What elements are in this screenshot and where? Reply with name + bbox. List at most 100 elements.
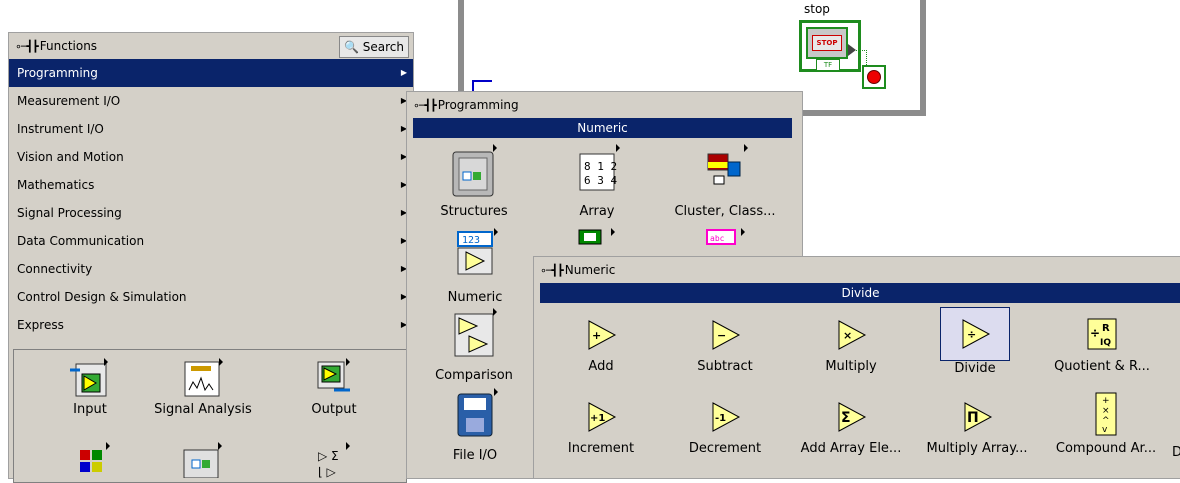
quotient-remainder-icon: ÷ R IQ — [1087, 318, 1117, 350]
file-io-label: File I/O — [452, 448, 498, 463]
palette-item-signal-analysis[interactable]: Signal Analysis — [148, 358, 258, 417]
file-io-icon — [457, 388, 498, 437]
palette-item-comparison[interactable]: Comparison — [429, 308, 519, 383]
category-item[interactable]: Measurement I/O ▶ — [9, 87, 413, 115]
palette-item-output[interactable]: Output — [294, 358, 374, 417]
palette-item-file-io[interactable]: File I/O — [435, 388, 515, 463]
palette-item-quotient-remainder[interactable]: ÷ R IQ Quotient & R... — [1042, 315, 1162, 374]
category-item[interactable]: Signal Processing ▶ — [9, 199, 413, 227]
category-item[interactable]: Control Design & Simulation ▶ — [9, 283, 413, 311]
decrement-icon: -1 — [712, 402, 741, 432]
palette-item-add[interactable]: + Add — [556, 315, 646, 374]
category-item[interactable]: Vision and Motion ▶ — [9, 143, 413, 171]
output-icon — [317, 358, 350, 392]
subtract-label: Subtract — [697, 359, 753, 374]
structures-icon — [183, 442, 222, 479]
category-label: Instrument I/O — [17, 122, 104, 136]
svg-text:÷: ÷ — [1090, 326, 1100, 340]
comparison-label: Comparison — [435, 368, 513, 383]
palette-title: Numeric — [564, 263, 616, 277]
palette-item-subtract[interactable]: − Subtract — [680, 315, 770, 374]
multiply-array-elements-label: Multiply Array... — [926, 441, 1028, 456]
divide-selection-box: ÷ — [940, 307, 1010, 361]
palette-item-express-4[interactable] — [74, 442, 114, 482]
svg-text:v: v — [1102, 425, 1108, 435]
category-label: Data Communication — [17, 234, 145, 248]
signal-analysis-icon — [184, 358, 223, 397]
category-label: Mathematics — [17, 178, 95, 192]
cluster-class-icon — [707, 144, 748, 185]
submenu-arrow-icon: ▶ — [400, 68, 407, 77]
palette-item-express-6[interactable]: ▷ Σ ⌊ ▷ — [310, 442, 354, 482]
svg-text:abc: abc — [710, 234, 725, 243]
palette-item-add-array-elements[interactable]: Σ Add Array Ele... — [790, 397, 912, 456]
divide-icon: ÷ — [962, 319, 991, 349]
palette-item-divide[interactable]: ÷ Divide — [930, 307, 1020, 376]
multiply-label: Multiply — [825, 359, 877, 374]
output-label: Output — [311, 402, 357, 417]
multiply-array-elements-icon: Π — [964, 402, 993, 432]
svg-text:▷ Σ: ▷ Σ — [318, 449, 339, 463]
decrement-label: Decrement — [688, 441, 762, 456]
palette-item-multiply[interactable]: × Multiply — [806, 315, 896, 374]
palette-item-array[interactable]: 8 1 2 6 3 4 Array — [557, 144, 637, 219]
palette-item-input[interactable]: Input — [50, 358, 130, 417]
category-item[interactable]: Data Communication ▶ — [9, 227, 413, 255]
express-subpalette: Input Signal Analysis Output ▷ Σ ⌊ ▷ — [13, 349, 407, 483]
stop-if-true-icon — [867, 70, 881, 84]
while-loop-border-right — [920, 0, 926, 116]
category-item[interactable]: Instrument I/O ▶ — [9, 115, 413, 143]
svg-text:Π: Π — [967, 410, 979, 426]
svg-text:8 1 2: 8 1 2 — [584, 160, 617, 173]
palette-item-multiply-array-elements[interactable]: Π Multiply Array... — [916, 397, 1038, 456]
category-item[interactable]: Express ▶ — [9, 311, 413, 339]
category-label: Control Design & Simulation — [17, 290, 187, 304]
increment-icon: +1 — [588, 402, 617, 432]
search-button[interactable]: 🔍 Search — [338, 36, 409, 58]
palette-item-compound-arithmetic[interactable]: + × ^ v Compound Ar... — [1046, 391, 1166, 456]
thumbtack-icon[interactable]: ∘─┫┣ — [413, 93, 437, 119]
palette-item-cluster[interactable]: Cluster, Class... — [665, 144, 785, 219]
category-list: Programming ▶ Measurement I/O ▶ Instrument I… — [9, 59, 413, 339]
boolean-type-badge: TF — [816, 59, 840, 71]
quotient-remainder-label: Quotient & R... — [1054, 359, 1150, 374]
divide-label: Divide — [954, 361, 996, 376]
boolean-icon — [578, 228, 615, 245]
palette-item-string[interactable]: abc — [703, 226, 745, 250]
palette-item-decrement[interactable]: -1 Decrement — [680, 397, 770, 456]
thumbtack-icon[interactable]: ∘─┫┣ — [15, 34, 39, 60]
programming-palette-header[interactable]: ∘─┫┣ Programming — [407, 92, 802, 118]
numeric-palette-header[interactable]: ∘─┫┣ Numeric — [534, 257, 1180, 283]
palette-item-numeric[interactable]: 123 Numeric — [435, 226, 515, 305]
table-grid-icon — [80, 442, 110, 472]
category-label: Measurement I/O — [17, 94, 121, 108]
thumbtack-icon[interactable]: ∘─┫┣ — [540, 258, 564, 284]
stop-button-label: STOP — [812, 35, 842, 51]
multiply-icon: × — [838, 320, 867, 350]
palette-item-partial[interactable]: D — [1172, 445, 1180, 460]
category-label: Signal Processing — [17, 206, 122, 220]
functions-palette: ∘─┫┣ Functions 🔍 Search Programming ▶ Measu… — [8, 32, 414, 483]
svg-text:+: + — [1102, 396, 1110, 406]
palette-item-boolean[interactable] — [575, 226, 615, 250]
category-item[interactable]: Programming ▶ — [9, 59, 413, 87]
loop-condition-terminal[interactable] — [862, 65, 886, 89]
svg-text:×: × — [1102, 406, 1110, 416]
palette-title: Functions — [39, 39, 98, 53]
svg-text:Σ: Σ — [841, 410, 851, 426]
add-label: Add — [588, 359, 614, 374]
category-item[interactable]: Connectivity ▶ — [9, 255, 413, 283]
numeric-icon: 123 — [457, 228, 498, 275]
svg-text:R: R — [1102, 323, 1110, 334]
category-label: Programming — [17, 66, 98, 80]
svg-text:÷: ÷ — [967, 328, 976, 341]
palette-item-express-5[interactable] — [180, 442, 224, 482]
selected-item-caption: Numeric — [413, 118, 792, 138]
palette-item-structures[interactable]: Structures — [429, 144, 519, 219]
svg-text:6 3 4: 6 3 4 — [584, 174, 617, 187]
category-item[interactable]: Mathematics ▶ — [9, 171, 413, 199]
search-label: Search — [362, 40, 404, 54]
functions-palette-header[interactable]: ∘─┫┣ Functions 🔍 Search — [9, 33, 413, 59]
palette-item-increment[interactable]: +1 Increment — [556, 397, 646, 456]
magnifier-icon: 🔍 — [343, 40, 359, 54]
